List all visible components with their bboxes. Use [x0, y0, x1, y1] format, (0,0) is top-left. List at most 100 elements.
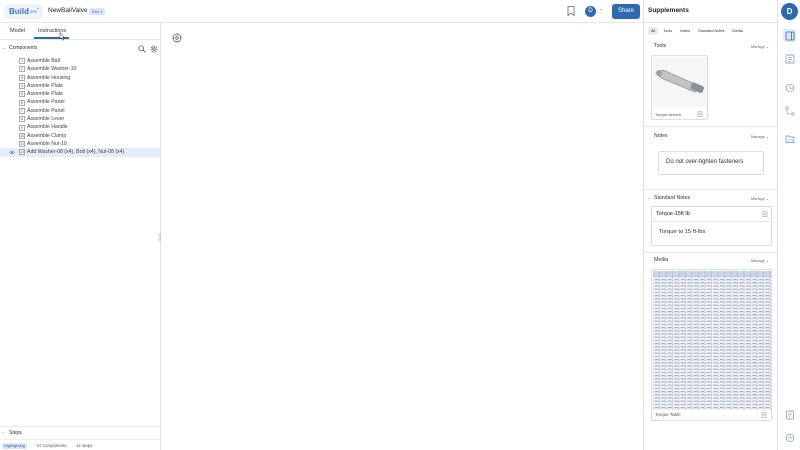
step-row[interactable]: 7 Assemble Panel: [0, 107, 160, 115]
step-label: Assemble Clamp: [27, 132, 67, 139]
notes-rail-button[interactable]: [783, 408, 796, 421]
steps-title: Steps: [9, 430, 22, 436]
standard-notes-manage-link[interactable]: Manage ⌄: [751, 196, 769, 201]
mode-badge[interactable]: Highlighting: [2, 442, 27, 449]
standard-note-card[interactable]: Torque-15ft lb Torque to 15 ft-lbs: [651, 206, 772, 246]
section-divider: [644, 252, 777, 253]
supplements-title: Supplements: [648, 7, 689, 14]
chevron-down-icon[interactable]: ⌄: [599, 6, 603, 12]
notes-manage-link[interactable]: Manage ⌄: [751, 134, 769, 139]
list-icon: [785, 54, 794, 63]
step-row[interactable]: 1 Assemble Ball: [0, 57, 160, 65]
torque-wrench-image: [653, 57, 707, 107]
tab-model[interactable]: Model: [10, 28, 25, 34]
settings-icon[interactable]: [150, 45, 158, 53]
user-avatar[interactable]: D: [781, 3, 798, 20]
components-section-header[interactable]: ⌄ Components: [0, 44, 160, 53]
step-number: 1: [19, 58, 25, 65]
manage-label: Manage: [751, 135, 765, 139]
media-manage-link[interactable]: Manage ⌄: [751, 258, 769, 263]
view-cube-icon[interactable]: [172, 33, 182, 43]
revision-badge[interactable]: Rev 1: [89, 8, 106, 15]
supplements-filter-tabs: All Tools Notes Standard Notes Media: [648, 27, 774, 35]
clipboard-icon[interactable]: [697, 111, 703, 117]
filter-tab-all[interactable]: All: [648, 27, 659, 35]
filter-tab-notes[interactable]: Notes: [677, 27, 693, 35]
step-row[interactable]: 2 Assemble Washer-10: [0, 65, 160, 73]
logo-text: Build: [9, 7, 29, 16]
media-rail-button[interactable]: [783, 132, 796, 145]
step-row[interactable]: 10 Assemble Clamp: [0, 132, 160, 140]
note-add-icon: [785, 410, 794, 419]
step-label: Assemble Handle: [27, 124, 68, 131]
section-divider: [644, 126, 777, 127]
media-card[interactable]: Torque Table: [651, 269, 772, 421]
history-icon: [785, 433, 794, 442]
step-number: 12: [19, 149, 25, 156]
manage-label: Manage: [751, 45, 765, 49]
eye-icon[interactable]: [9, 150, 15, 155]
top-bar: Build 395 ⌄ NewBallValve Rev 1 D ⌄ Share: [0, 0, 643, 23]
share-button[interactable]: Share: [612, 4, 640, 19]
filter-tab-standard-notes[interactable]: Standard Notes: [695, 27, 727, 35]
clock-icon: [785, 83, 794, 92]
panel-layout-icon: [785, 31, 794, 40]
section-divider: [644, 189, 777, 190]
step-number: 3: [19, 74, 25, 81]
3d-viewport[interactable]: [161, 23, 643, 450]
card-divider: [652, 221, 771, 222]
tool-card[interactable]: Torque wrench: [651, 55, 708, 120]
chevron-right-icon[interactable]: ›: [2, 430, 4, 435]
step-label: Assemble Plate: [27, 82, 64, 89]
search-icon[interactable]: [138, 45, 146, 53]
right-rail: D: [777, 0, 800, 450]
chevron-down-icon[interactable]: ⌄: [647, 195, 650, 200]
step-list: 1 Assemble Ball 2 Assemble Washer-10 3 Asse…: [0, 57, 160, 157]
document-title[interactable]: NewBallValve: [48, 7, 88, 14]
clipboard-icon[interactable]: [761, 412, 767, 418]
filter-tab-media[interactable]: Media: [729, 27, 745, 35]
step-row-selected[interactable]: 12 Add Washer-08 (x4), Bolt (x4), Nut-08 …: [0, 148, 160, 157]
connection-icon: [784, 105, 795, 116]
supplements-rail-button[interactable]: [783, 29, 796, 42]
standard-note-text: Torque to 15 ft-lbs: [659, 229, 706, 235]
clipboard-icon[interactable]: [762, 211, 768, 217]
component-count: 27 components: [37, 443, 67, 448]
step-label: Assemble Panel: [27, 99, 65, 106]
step-row[interactable]: 4 Assemble Plate: [0, 82, 160, 90]
step-row[interactable]: 11 Assemble Nut-10: [0, 140, 160, 148]
step-label: Add Washer-08 (x4), Bolt (x4), Nut-08 (x…: [27, 149, 125, 156]
step-row[interactable]: 8 Assemble Lever: [0, 115, 160, 123]
filter-tab-tools[interactable]: Tools: [660, 27, 675, 35]
collaborator-avatar[interactable]: D: [585, 6, 596, 17]
tool-name: Torque wrench: [655, 112, 682, 117]
note-card[interactable]: Do not over-tighten fasteners: [658, 151, 764, 175]
step-count: 12 steps: [76, 443, 93, 448]
step-number: 2: [19, 66, 25, 73]
tools-section-title: Tools: [654, 43, 667, 49]
history-rail-button[interactable]: [783, 81, 796, 94]
chevron-down-icon[interactable]: ⌄: [2, 45, 6, 51]
step-row[interactable]: 3 Assemble Housing: [0, 74, 160, 82]
manage-label: Manage: [751, 197, 765, 201]
supplements-header: Supplements: [643, 0, 777, 23]
step-row[interactable]: 9 Assemble Handle: [0, 123, 160, 131]
step-row[interactable]: 6 Assemble Panel: [0, 98, 160, 106]
step-label: Assemble Ball: [27, 58, 60, 64]
step-label: Assemble Panel: [27, 107, 65, 114]
manage-label: Manage: [751, 259, 765, 263]
step-number: 4: [19, 83, 25, 90]
step-number: 8: [19, 116, 25, 123]
step-number: 7: [19, 107, 25, 114]
supplements-panel: All Tools Notes Standard Notes Media Too…: [643, 23, 777, 450]
chevron-down-icon[interactable]: ⌄: [36, 5, 40, 11]
outline-rail-button[interactable]: [783, 52, 796, 65]
bookmark-icon[interactable]: [567, 6, 575, 16]
torque-table-image: [653, 271, 771, 410]
tools-manage-link[interactable]: Manage ⌄: [751, 44, 769, 49]
step-row[interactable]: 5 Assemble Plate: [0, 90, 160, 98]
graph-rail-button[interactable]: [783, 104, 796, 117]
standard-note-name: Torque-15ft lb: [656, 211, 690, 217]
activity-rail-button[interactable]: [783, 431, 796, 444]
steps-section-header[interactable]: › Steps: [0, 426, 160, 436]
